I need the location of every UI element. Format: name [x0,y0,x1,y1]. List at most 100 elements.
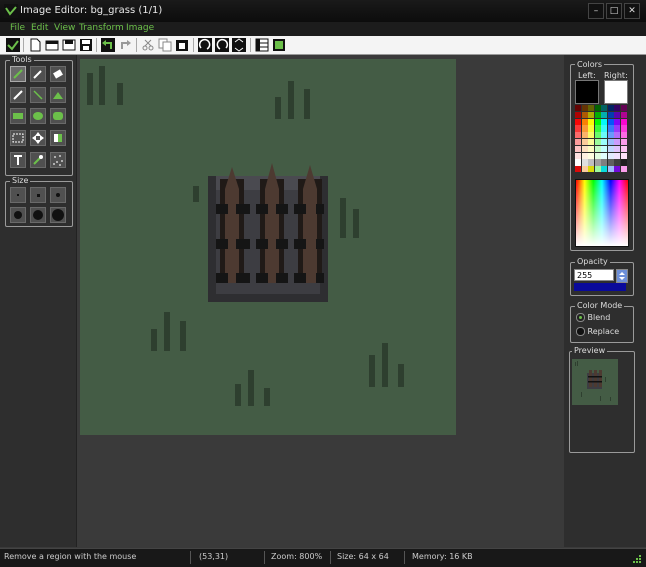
palette-swatch[interactable] [575,105,581,112]
size-3[interactable] [50,187,66,203]
palette-swatch[interactable] [607,159,614,166]
tool-eraser[interactable] [50,66,66,82]
palette-swatch[interactable] [581,139,588,146]
palette-swatch[interactable] [601,111,607,119]
palette-swatch[interactable] [581,118,588,125]
undo-icon[interactable] [101,38,115,52]
palette-swatch[interactable] [594,111,601,119]
color-palette[interactable] [575,105,627,173]
palette-swatch[interactable] [588,125,594,132]
tool-rect-select[interactable] [10,130,26,146]
palette-swatch[interactable] [620,166,627,173]
paste-icon[interactable] [175,38,189,52]
opacity-input[interactable] [574,269,614,281]
palette-swatch[interactable] [588,152,594,159]
palette-swatch[interactable] [575,152,581,159]
palette-swatch[interactable] [614,105,620,112]
open-icon[interactable] [45,38,59,52]
palette-swatch[interactable] [594,125,601,132]
palette-swatch[interactable] [575,125,581,132]
tool-text[interactable] [10,152,26,168]
palette-swatch[interactable] [601,159,607,166]
tool-line[interactable] [30,87,46,103]
palette-swatch[interactable] [607,166,614,173]
tool-ellipse[interactable] [30,108,46,124]
palette-swatch[interactable] [607,125,614,132]
image-canvas[interactable] [80,59,456,435]
palette-swatch[interactable] [594,132,601,139]
palette-swatch[interactable] [601,118,607,125]
palette-swatch[interactable] [588,118,594,125]
palette-swatch[interactable] [581,166,588,173]
palette-swatch[interactable] [581,145,588,153]
palette-swatch[interactable] [620,111,627,119]
tool-spray[interactable] [50,152,66,168]
palette-swatch[interactable] [620,118,627,125]
palette-swatch[interactable] [575,132,581,139]
tool-select[interactable] [10,66,26,82]
palette-swatch[interactable] [614,132,620,139]
menu-image[interactable]: Image [126,23,154,33]
menu-view[interactable]: View [54,23,75,33]
palette-swatch[interactable] [614,111,620,119]
palette-swatch[interactable] [575,118,581,125]
left-color-swatch[interactable] [575,80,599,104]
palette-swatch[interactable] [594,145,601,153]
palette-swatch[interactable] [581,132,588,139]
save-all-icon[interactable] [62,38,76,52]
tool-move[interactable] [30,130,46,146]
palette-swatch[interactable] [620,159,627,166]
palette-swatch[interactable] [607,132,614,139]
palette-swatch[interactable] [575,145,581,153]
palette-swatch[interactable] [575,159,581,166]
palette-swatch[interactable] [607,105,614,112]
palette-swatch[interactable] [601,152,607,159]
rotate-right-icon[interactable] [215,38,229,52]
palette-swatch[interactable] [620,152,627,159]
palette-swatch[interactable] [614,152,620,159]
palette-swatch[interactable] [607,118,614,125]
palette-swatch[interactable] [620,132,627,139]
tool-rounded-rect[interactable] [50,108,66,124]
palette-swatch[interactable] [607,139,614,146]
palette-swatch[interactable] [614,125,620,132]
opacity-bar[interactable] [574,283,626,291]
palette-swatch[interactable] [620,139,627,146]
palette-swatch[interactable] [620,105,627,112]
palette-swatch[interactable] [588,159,594,166]
size-5[interactable] [30,207,46,223]
palette-swatch[interactable] [594,159,601,166]
palette-swatch[interactable] [581,152,588,159]
palette-swatch[interactable] [594,152,601,159]
palette-swatch[interactable] [601,132,607,139]
grid-icon[interactable] [255,38,269,52]
palette-swatch[interactable] [588,105,594,112]
image-icon[interactable] [272,38,286,52]
palette-swatch[interactable] [594,166,601,173]
maximize-button[interactable]: □ [606,3,622,19]
palette-swatch[interactable] [614,159,620,166]
radio-replace[interactable]: Replace [576,327,619,336]
resize-grip-icon[interactable] [632,554,642,564]
palette-swatch[interactable] [588,132,594,139]
menu-edit[interactable]: Edit [31,23,48,33]
tool-pencil[interactable] [10,87,26,103]
palette-swatch[interactable] [575,139,581,146]
size-4[interactable] [10,207,26,223]
palette-swatch[interactable] [601,125,607,132]
palette-swatch[interactable] [581,125,588,132]
palette-swatch[interactable] [614,118,620,125]
palette-swatch[interactable] [614,166,620,173]
palette-swatch[interactable] [594,139,601,146]
palette-swatch[interactable] [614,139,620,146]
menu-file[interactable]: File [10,23,25,33]
color-spectrum[interactable] [575,179,629,247]
size-1[interactable] [10,187,26,203]
checkmark-icon[interactable] [6,38,20,52]
palette-swatch[interactable] [581,105,588,112]
palette-swatch[interactable] [607,145,614,153]
flip-icon[interactable] [232,38,246,52]
palette-swatch[interactable] [581,111,588,119]
save-icon[interactable] [79,38,93,52]
palette-swatch[interactable] [601,145,607,153]
